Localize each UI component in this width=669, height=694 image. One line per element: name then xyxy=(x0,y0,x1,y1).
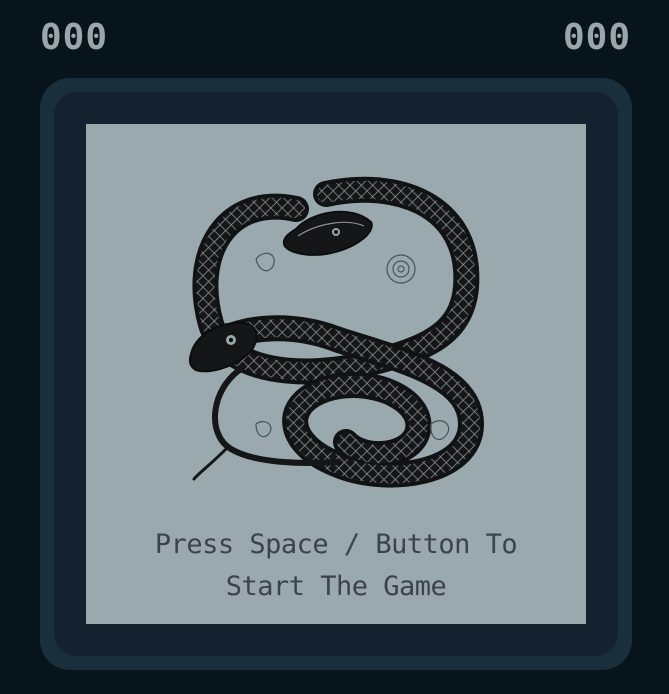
game-board-frame: Press Space / Button To Start The Game xyxy=(40,78,632,670)
start-game-message: Press Space / Button To Start The Game xyxy=(86,524,586,608)
game-play-area[interactable]: Press Space / Button To Start The Game xyxy=(86,124,586,624)
score-left: 000 xyxy=(40,17,109,58)
start-message-line-1: Press Space / Button To xyxy=(154,529,518,560)
start-message-line-2: Start The Game xyxy=(225,571,447,602)
score-right: 000 xyxy=(562,17,631,58)
snake-icon xyxy=(188,176,485,488)
